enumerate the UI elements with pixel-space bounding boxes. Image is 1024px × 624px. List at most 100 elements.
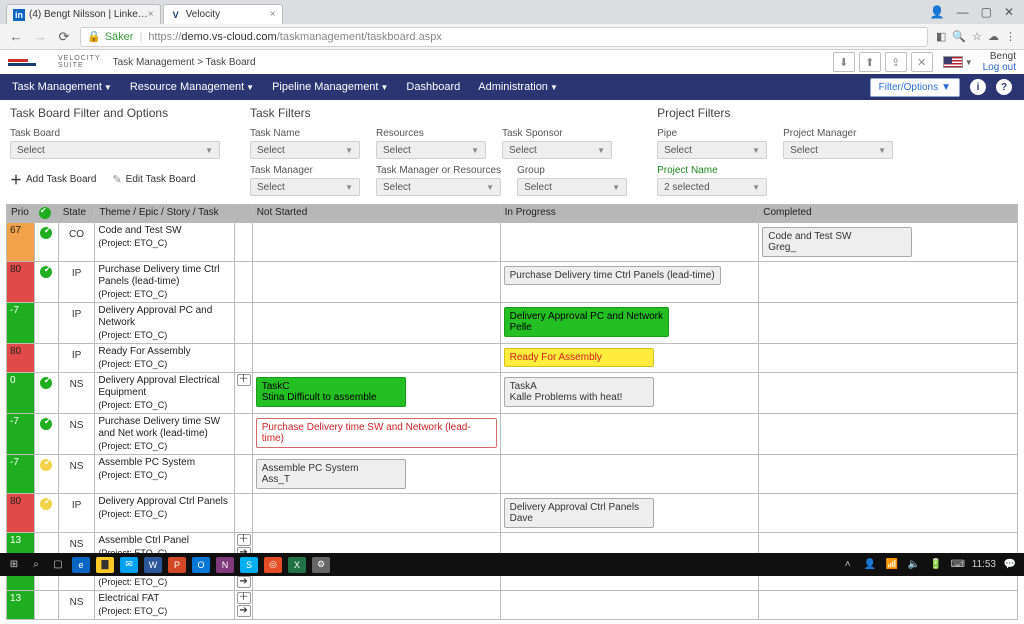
task-card[interactable]: Assemble PC SystemAss_T — [256, 459, 406, 489]
close-panel-icon[interactable]: ✕ — [911, 52, 933, 72]
task-card[interactable]: Code and Test SWGreg_ — [762, 227, 912, 257]
wifi-icon[interactable]: 📶 — [884, 557, 900, 573]
edit-taskboard-button[interactable]: ✎Edit Task Board — [112, 173, 195, 186]
volume-icon[interactable]: 🔈 — [906, 557, 922, 573]
upload-icon[interactable]: ⬆ — [859, 52, 881, 72]
browser-tab[interactable]: V Velocity × — [163, 4, 283, 24]
tray-up-icon[interactable]: ˄ — [840, 557, 856, 573]
cloud-icon[interactable]: ☁ — [988, 30, 999, 43]
battery-icon[interactable]: 🔋 — [928, 557, 944, 573]
theme-cell[interactable]: Delivery Approval PC and Network(Project… — [95, 303, 235, 344]
task-card[interactable]: Delivery Approval Ctrl PanelsDave — [504, 498, 654, 528]
resources-select[interactable]: Select▼ — [376, 141, 486, 159]
theme-cell[interactable]: Purchase Delivery time Ctrl Panels (lead… — [95, 262, 235, 303]
menu-icon[interactable]: ⋮ — [1005, 30, 1016, 43]
task-card[interactable]: Purchase Delivery time SW and Network (l… — [256, 418, 497, 448]
col-check[interactable] — [35, 205, 59, 223]
nav-task-management[interactable]: Task Management▼ — [12, 81, 112, 93]
explorer-icon[interactable]: ▇ — [96, 557, 114, 573]
mail-icon[interactable]: ✉ — [120, 557, 138, 573]
task-name-select[interactable]: Select▼ — [250, 141, 360, 159]
star-icon[interactable]: ☆ — [972, 30, 982, 43]
task-card[interactable]: TaskAKalle Problems with heat! — [504, 377, 654, 407]
minimize-icon[interactable]: — — [957, 5, 969, 19]
maximize-icon[interactable]: ▢ — [981, 5, 992, 19]
task-manager-select[interactable]: Select▼ — [250, 178, 360, 196]
skype-icon[interactable]: S — [240, 557, 258, 573]
logout-link[interactable]: Log out — [983, 62, 1016, 73]
taskboard-select[interactable]: Select▼ — [10, 141, 220, 159]
move-task-button[interactable]: ➔ — [237, 605, 251, 617]
help-icon[interactable]: ? — [996, 79, 1012, 95]
nav-pipeline-management[interactable]: Pipeline Management▼ — [272, 81, 388, 93]
group-select[interactable]: Select▼ — [517, 178, 627, 196]
in-progress-cell: Purchase Delivery time Ctrl Panels (lead… — [500, 262, 759, 303]
move-task-button[interactable]: ➔ — [237, 576, 251, 588]
info-icon[interactable]: i — [970, 79, 986, 95]
close-icon[interactable]: × — [148, 9, 154, 20]
task-card[interactable]: TaskCStina Difficult to assemble — [256, 377, 406, 407]
theme-cell[interactable]: Purchase Delivery time SW and Net work (… — [95, 414, 235, 455]
outlook-icon[interactable]: O — [192, 557, 210, 573]
word-icon[interactable]: W — [144, 557, 162, 573]
task-view-icon[interactable]: ▢ — [50, 557, 66, 573]
completed-cell — [759, 262, 1018, 303]
start-button[interactable]: ⊞ — [6, 557, 22, 573]
chevron-down-icon[interactable]: ▼ — [965, 58, 973, 67]
search-icon[interactable]: ⌕ — [28, 557, 44, 573]
completed-cell — [759, 344, 1018, 373]
completed-cell — [759, 591, 1018, 620]
add-task-button[interactable]: ＋ — [237, 534, 251, 546]
add-task-button[interactable]: ＋ — [237, 374, 251, 386]
back-icon[interactable]: ← — [8, 29, 24, 44]
add-task-button[interactable]: ＋ — [237, 592, 251, 604]
settings-icon[interactable]: ⚙ — [312, 557, 330, 573]
in-progress-cell: Ready For Assembly — [500, 344, 759, 373]
theme-cell[interactable]: Code and Test SW(Project: ETO_C) — [95, 223, 235, 262]
task-card[interactable]: Delivery Approval PC and NetworkPelle — [504, 307, 669, 337]
task-manager-or-resources-select[interactable]: Select▼ — [376, 178, 501, 196]
nav-resource-management[interactable]: Resource Management▼ — [130, 81, 254, 93]
chrome-icon[interactable]: ◎ — [264, 557, 282, 573]
filter-options-button[interactable]: Filter/Options▼ — [870, 78, 960, 97]
col-in-progress[interactable]: In Progress — [500, 205, 759, 223]
pipe-select[interactable]: Select▼ — [657, 141, 767, 159]
project-name-select[interactable]: 2 selected▼ — [657, 178, 767, 196]
col-not-started[interactable]: Not Started — [252, 205, 500, 223]
task-sponsor-select[interactable]: Select▼ — [502, 141, 612, 159]
share-icon[interactable]: ⇪ — [885, 52, 907, 72]
flag-us-icon[interactable] — [943, 56, 963, 68]
nav-administration[interactable]: Administration▼ — [478, 81, 558, 93]
extension-icon[interactable]: 🔍 — [952, 30, 966, 43]
close-window-icon[interactable]: ✕ — [1004, 5, 1014, 19]
excel-icon[interactable]: X — [288, 557, 306, 573]
col-prio[interactable]: Prio — [7, 205, 35, 223]
powerpoint-icon[interactable]: P — [168, 557, 186, 573]
nav-dashboard[interactable]: Dashboard — [406, 81, 460, 93]
notifications-icon[interactable]: 💬 — [1002, 557, 1018, 573]
theme-cell[interactable]: Electrical FAT(Project: ETO_C) — [95, 591, 235, 620]
col-state[interactable]: State — [58, 205, 95, 223]
edge-icon[interactable]: e — [72, 557, 90, 573]
close-icon[interactable]: × — [270, 9, 276, 20]
theme-cell[interactable]: Assemble PC System(Project: ETO_C) — [95, 455, 235, 494]
theme-cell[interactable]: Delivery Approval Electrical Equipment(P… — [95, 373, 235, 414]
theme-cell[interactable]: Delivery Approval Ctrl Panels(Project: E… — [95, 494, 235, 533]
col-completed[interactable]: Completed — [759, 205, 1018, 223]
reload-icon[interactable]: ⟳ — [56, 29, 72, 45]
user-avatar-icon[interactable]: 👤 — [930, 5, 945, 19]
clock[interactable]: 11:53 — [972, 559, 996, 570]
project-manager-select[interactable]: Select▼ — [783, 141, 893, 159]
download-icon[interactable]: ⬇ — [833, 52, 855, 72]
theme-cell[interactable]: Ready For Assembly(Project: ETO_C) — [95, 344, 235, 373]
task-card[interactable]: Ready For Assembly — [504, 348, 654, 367]
col-theme[interactable]: Theme / Epic / Story / Task — [95, 205, 235, 223]
task-card[interactable]: Purchase Delivery time Ctrl Panels (lead… — [504, 266, 721, 285]
language-icon[interactable]: ⌨ — [950, 557, 966, 573]
browser-tab[interactable]: in (4) Bengt Nilsson | Linke… × — [6, 4, 161, 24]
onenote-icon[interactable]: N — [216, 557, 234, 573]
people-icon[interactable]: 👤 — [862, 557, 878, 573]
add-taskboard-button[interactable]: ＋Add Task Board — [10, 171, 96, 188]
extension-icon[interactable]: ◧ — [936, 30, 946, 43]
address-bar[interactable]: 🔒 Säker | https://demo.vs-cloud.com/task… — [80, 27, 928, 47]
